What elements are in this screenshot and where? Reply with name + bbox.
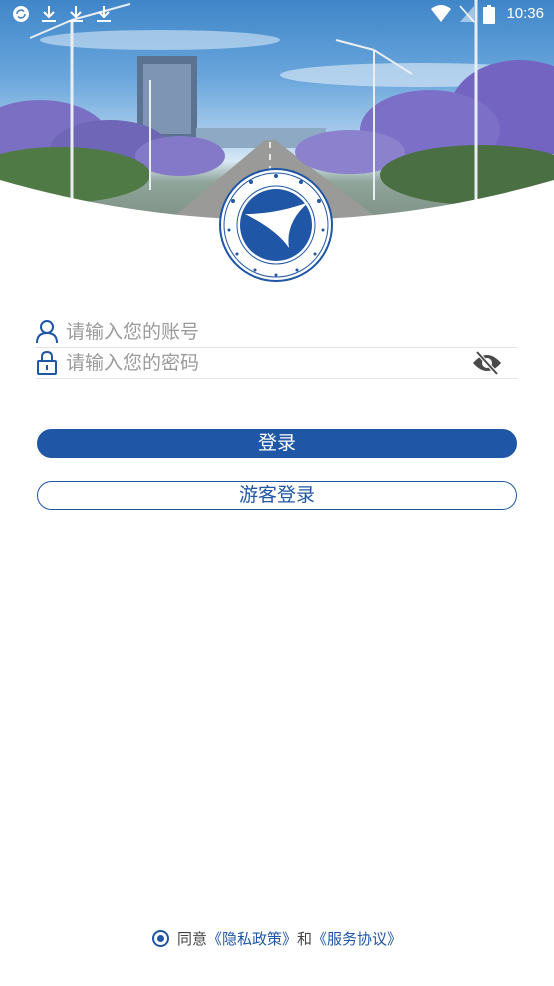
account-field [36,317,517,348]
download-icon [69,6,83,22]
battery-icon [483,5,495,24]
lock-icon [37,351,57,375]
guest-login-button[interactable]: 游客登录 [37,481,517,510]
download-icon [42,6,56,22]
eye-off-icon[interactable] [471,349,503,377]
password-field [36,348,517,379]
wifi-icon [431,5,451,22]
login-button[interactable]: 登录 [37,429,517,458]
no-sim-icon [459,5,475,23]
password-input[interactable] [66,348,466,378]
user-icon [36,320,58,344]
status-bar: 10:36 [0,0,554,30]
agree-radio[interactable] [151,930,169,947]
agreement-row: 同意《隐私政策》和《服务协议》 [0,928,554,949]
college-logo [219,168,333,282]
agree-conjunction: 和 [297,930,313,948]
service-agreement-link[interactable]: 《服务协议》 [312,930,402,948]
download-icon [97,6,111,22]
privacy-policy-link[interactable]: 《隐私政策》 [207,930,297,948]
account-input[interactable] [66,317,466,347]
status-time: 10:36 [506,5,544,22]
sync-icon [13,6,29,22]
agree-prefix: 同意 [176,930,207,948]
